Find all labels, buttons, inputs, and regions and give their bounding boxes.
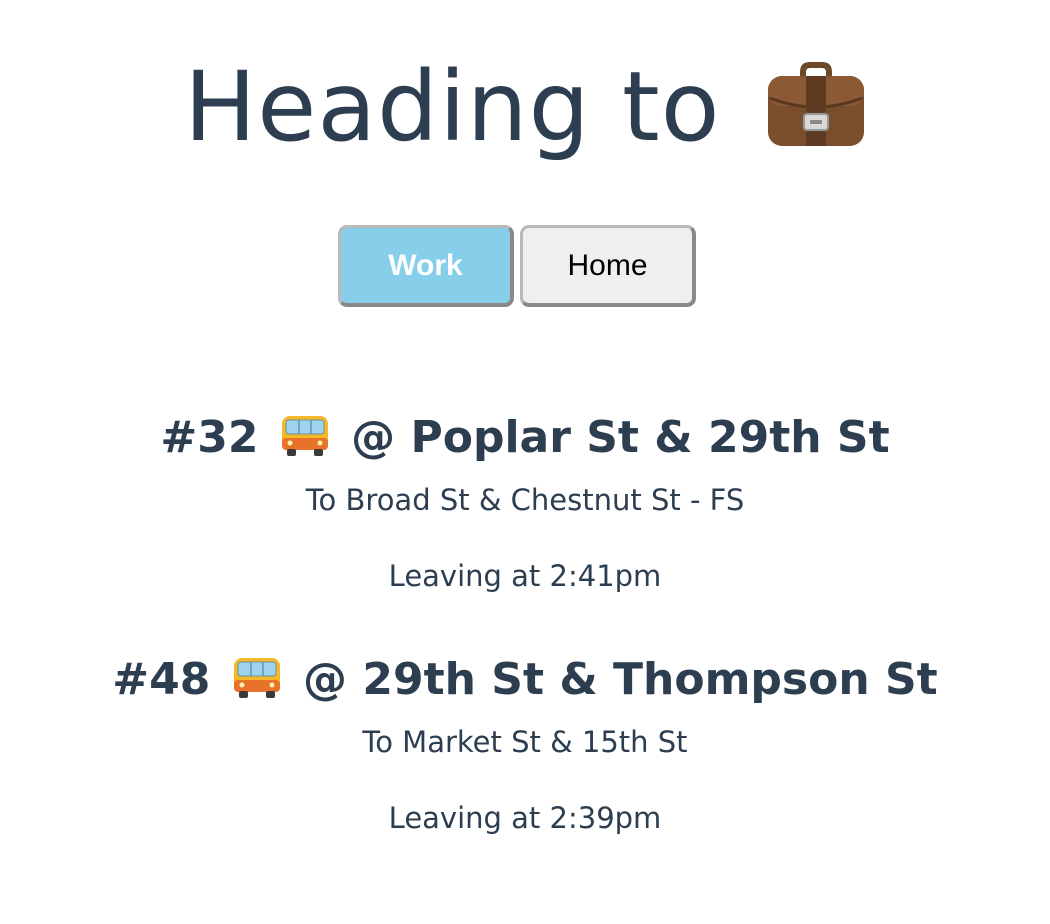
home-button[interactable]: Home	[520, 225, 696, 307]
departure-time: Leaving at 2:41pm	[388, 559, 662, 593]
bus-icon	[280, 412, 330, 476]
route-card: #32 @ Poplar St & 29th St To Broad St & …	[0, 406, 1050, 596]
route-title: #48 @ 29th St & Thompson St	[0, 648, 1050, 718]
route-destination: To Broad St & Chestnut St - FS	[305, 483, 745, 517]
briefcase-icon	[766, 58, 866, 170]
work-button[interactable]: Work	[338, 225, 514, 307]
page-title: Heading to	[0, 52, 1050, 170]
stop-name: @ Poplar St & 29th St	[351, 412, 890, 463]
stop-name: @ 29th St & Thompson St	[303, 654, 938, 705]
bus-icon	[232, 654, 282, 718]
route-number: #32	[160, 412, 259, 463]
route-destination: To Market St & 15th St	[362, 725, 688, 759]
route-number: #48	[112, 654, 211, 705]
departure-time: Leaving at 2:39pm	[388, 801, 662, 835]
page-title-text: Heading to	[184, 51, 721, 163]
destination-toggle: Work Home	[338, 225, 700, 311]
route-card: #48 @ 29th St & Thompson St To Market St…	[0, 648, 1050, 838]
route-title: #32 @ Poplar St & 29th St	[0, 406, 1050, 476]
